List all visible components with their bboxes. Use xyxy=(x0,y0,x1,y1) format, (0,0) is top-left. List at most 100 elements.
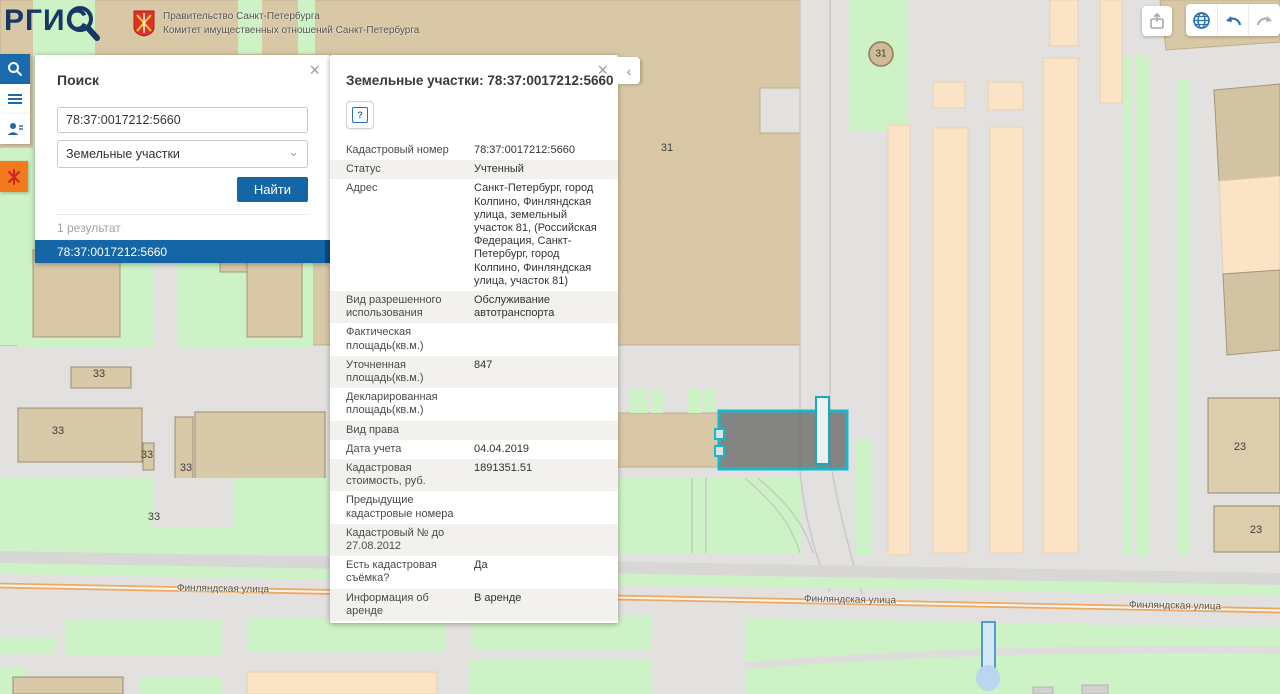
parcel-info-panel: Земельные участки: 78:37:0017212:5660 × … xyxy=(330,55,618,623)
map-building-label: 33 xyxy=(52,425,64,437)
attr-value: В аренде xyxy=(468,592,618,618)
attr-label: Есть кадастровая съёмка? xyxy=(330,559,468,585)
search-panel: Поиск × Земельные участки ⌄ Найти 1 резу… xyxy=(35,55,330,263)
table-row: Статус Учтенный xyxy=(330,160,618,179)
map-path xyxy=(153,478,233,528)
table-row: Декларированная площадь(кв.м.) xyxy=(330,388,618,420)
map-building-label: 31 xyxy=(661,142,673,154)
hamburger-icon xyxy=(8,92,22,106)
table-row: Кадастровый номер 78:37:0017212:5660 xyxy=(330,141,618,160)
map-building-label: 23 xyxy=(1250,524,1262,536)
attr-value xyxy=(468,326,618,352)
attr-value: 04.04.2019 xyxy=(468,443,618,456)
street-name-label: Финляндская улица xyxy=(177,583,269,596)
attr-value xyxy=(468,494,618,520)
results-count: 1 результат xyxy=(35,215,330,240)
street-name-label: Финляндская улица xyxy=(1129,600,1221,613)
find-button[interactable]: Найти xyxy=(237,177,308,202)
search-panel-header: Поиск × xyxy=(35,55,330,97)
close-icon[interactable]: × xyxy=(597,61,608,79)
search-category-value: Земельные участки xyxy=(66,147,180,161)
attr-label: Декларированная площадь(кв.м.) xyxy=(330,391,468,417)
share-button[interactable] xyxy=(1142,6,1172,36)
attr-label: Фактическая площадь(кв.м.) xyxy=(330,326,468,352)
redo-button[interactable] xyxy=(1248,4,1280,36)
table-row: Кадастровая стоимость, руб. 1891351.51 xyxy=(330,459,618,491)
attr-label: Адрес xyxy=(330,182,468,288)
attr-label: Кадастровая стоимость, руб. xyxy=(330,462,468,488)
parcel-help-button[interactable]: ? xyxy=(346,101,374,129)
sidebar-user-info-button[interactable] xyxy=(0,114,30,144)
info-panel-collapse-button[interactable]: ‹ xyxy=(618,57,640,84)
rgis-app: 31 31 33 33 33 33 33 23 23 Финляндская у… xyxy=(0,0,1280,694)
person-list-icon xyxy=(6,121,24,137)
map-building xyxy=(33,250,120,337)
government-line1: Правительство Санкт-Петербурга xyxy=(163,10,419,24)
table-row: Кадастровый № до 27.08.2012 xyxy=(330,524,618,556)
attr-label: Вид права xyxy=(330,424,468,437)
map-building-label: 33 xyxy=(180,462,192,474)
globe-icon xyxy=(1192,11,1211,30)
magnifier-logo-icon xyxy=(62,4,102,44)
share-export-icon xyxy=(1147,11,1167,31)
map-marker-label: 31 xyxy=(875,49,886,60)
map-building-row xyxy=(610,413,718,467)
attr-value: Санкт-Петербург, город Колпино, Финляндс… xyxy=(468,182,618,288)
map-building-label: 23 xyxy=(1234,441,1246,453)
attr-value: Да xyxy=(468,559,618,585)
search-category-select[interactable]: Земельные участки ⌄ xyxy=(57,140,308,168)
attr-label: Статус xyxy=(330,163,468,176)
close-icon[interactable]: × xyxy=(309,61,320,79)
map-building-label: 33 xyxy=(93,368,105,380)
search-result-item[interactable]: 78:37:0017212:5660 xyxy=(35,240,330,263)
rgis-logo[interactable]: РГИС xyxy=(4,4,114,44)
table-row: Информация об аренде В аренде xyxy=(330,589,618,621)
attr-value: Учтенный xyxy=(468,163,618,176)
table-row: Дата учета 04.04.2019 xyxy=(330,440,618,459)
attr-label: Вид разрешенного использования xyxy=(330,294,468,320)
government-line2: Комитет имущественных отношений Санкт-Пе… xyxy=(163,24,419,38)
attr-label: Предыдущие кадастровые номера xyxy=(330,494,468,520)
table-row: Уточненная площадь(кв.м.) 847 xyxy=(330,356,618,388)
sidebar-search-button[interactable] xyxy=(0,54,30,84)
attr-label: Уточненная площадь(кв.м.) xyxy=(330,359,468,385)
sidebar-emblem-button[interactable] xyxy=(0,161,28,192)
attr-value: Обслуживание автотранспорта xyxy=(468,294,618,320)
redo-arrow-icon xyxy=(1255,12,1275,28)
government-header: Правительство Санкт-Петербурга Комитет и… xyxy=(163,10,419,38)
search-panel-title: Поиск xyxy=(57,72,99,88)
chevron-down-icon: ⌄ xyxy=(288,144,299,160)
attr-value: 1891351.51 xyxy=(468,462,618,488)
sidebar-layers-button[interactable] xyxy=(0,84,30,114)
attr-value xyxy=(468,391,618,417)
attr-label: Дата учета xyxy=(330,443,468,456)
language-globe-button[interactable] xyxy=(1186,4,1217,36)
table-row: Адрес Санкт-Петербург, город Колпино, Фи… xyxy=(330,179,618,291)
search-query-input[interactable] xyxy=(57,107,308,133)
undo-arrow-icon xyxy=(1223,12,1243,28)
table-row: Есть кадастровая съёмка? Да xyxy=(330,556,618,588)
search-result-text: 78:37:0017212:5660 xyxy=(57,245,167,259)
city-emblem-icon xyxy=(6,169,22,185)
inner-parcel-strip xyxy=(816,397,829,464)
table-row: Вид права xyxy=(330,421,618,440)
table-row: Вид разрешенного использования Обслужива… xyxy=(330,291,618,323)
attr-value: 78:37:0017212:5660 xyxy=(468,144,618,157)
attr-label: Кадастровый № до 27.08.2012 xyxy=(330,527,468,553)
table-row: Фактическая площадь(кв.м.) xyxy=(330,323,618,355)
question-mark-icon: ? xyxy=(352,107,368,123)
parcel-attributes-table: Кадастровый номер 78:37:0017212:5660 Ста… xyxy=(330,141,618,623)
info-panel-title: Земельные участки: 78:37:0017212:5660 xyxy=(346,73,613,88)
map-building-33 xyxy=(18,408,142,462)
attr-value: 847 xyxy=(468,359,618,385)
map-building xyxy=(247,253,302,337)
info-panel-header: Земельные участки: 78:37:0017212:5660 × xyxy=(330,55,618,97)
map-tools-group xyxy=(1186,4,1280,36)
table-row: Предыдущие кадастровые номера xyxy=(330,491,618,523)
street-name-label: Финляндская улица xyxy=(804,594,896,607)
map-building-label: 33 xyxy=(148,511,160,523)
map-building-label: 33 xyxy=(141,449,153,461)
attr-value xyxy=(468,527,618,553)
undo-button[interactable] xyxy=(1217,4,1249,36)
search-form: Земельные участки ⌄ Найти xyxy=(35,97,330,215)
